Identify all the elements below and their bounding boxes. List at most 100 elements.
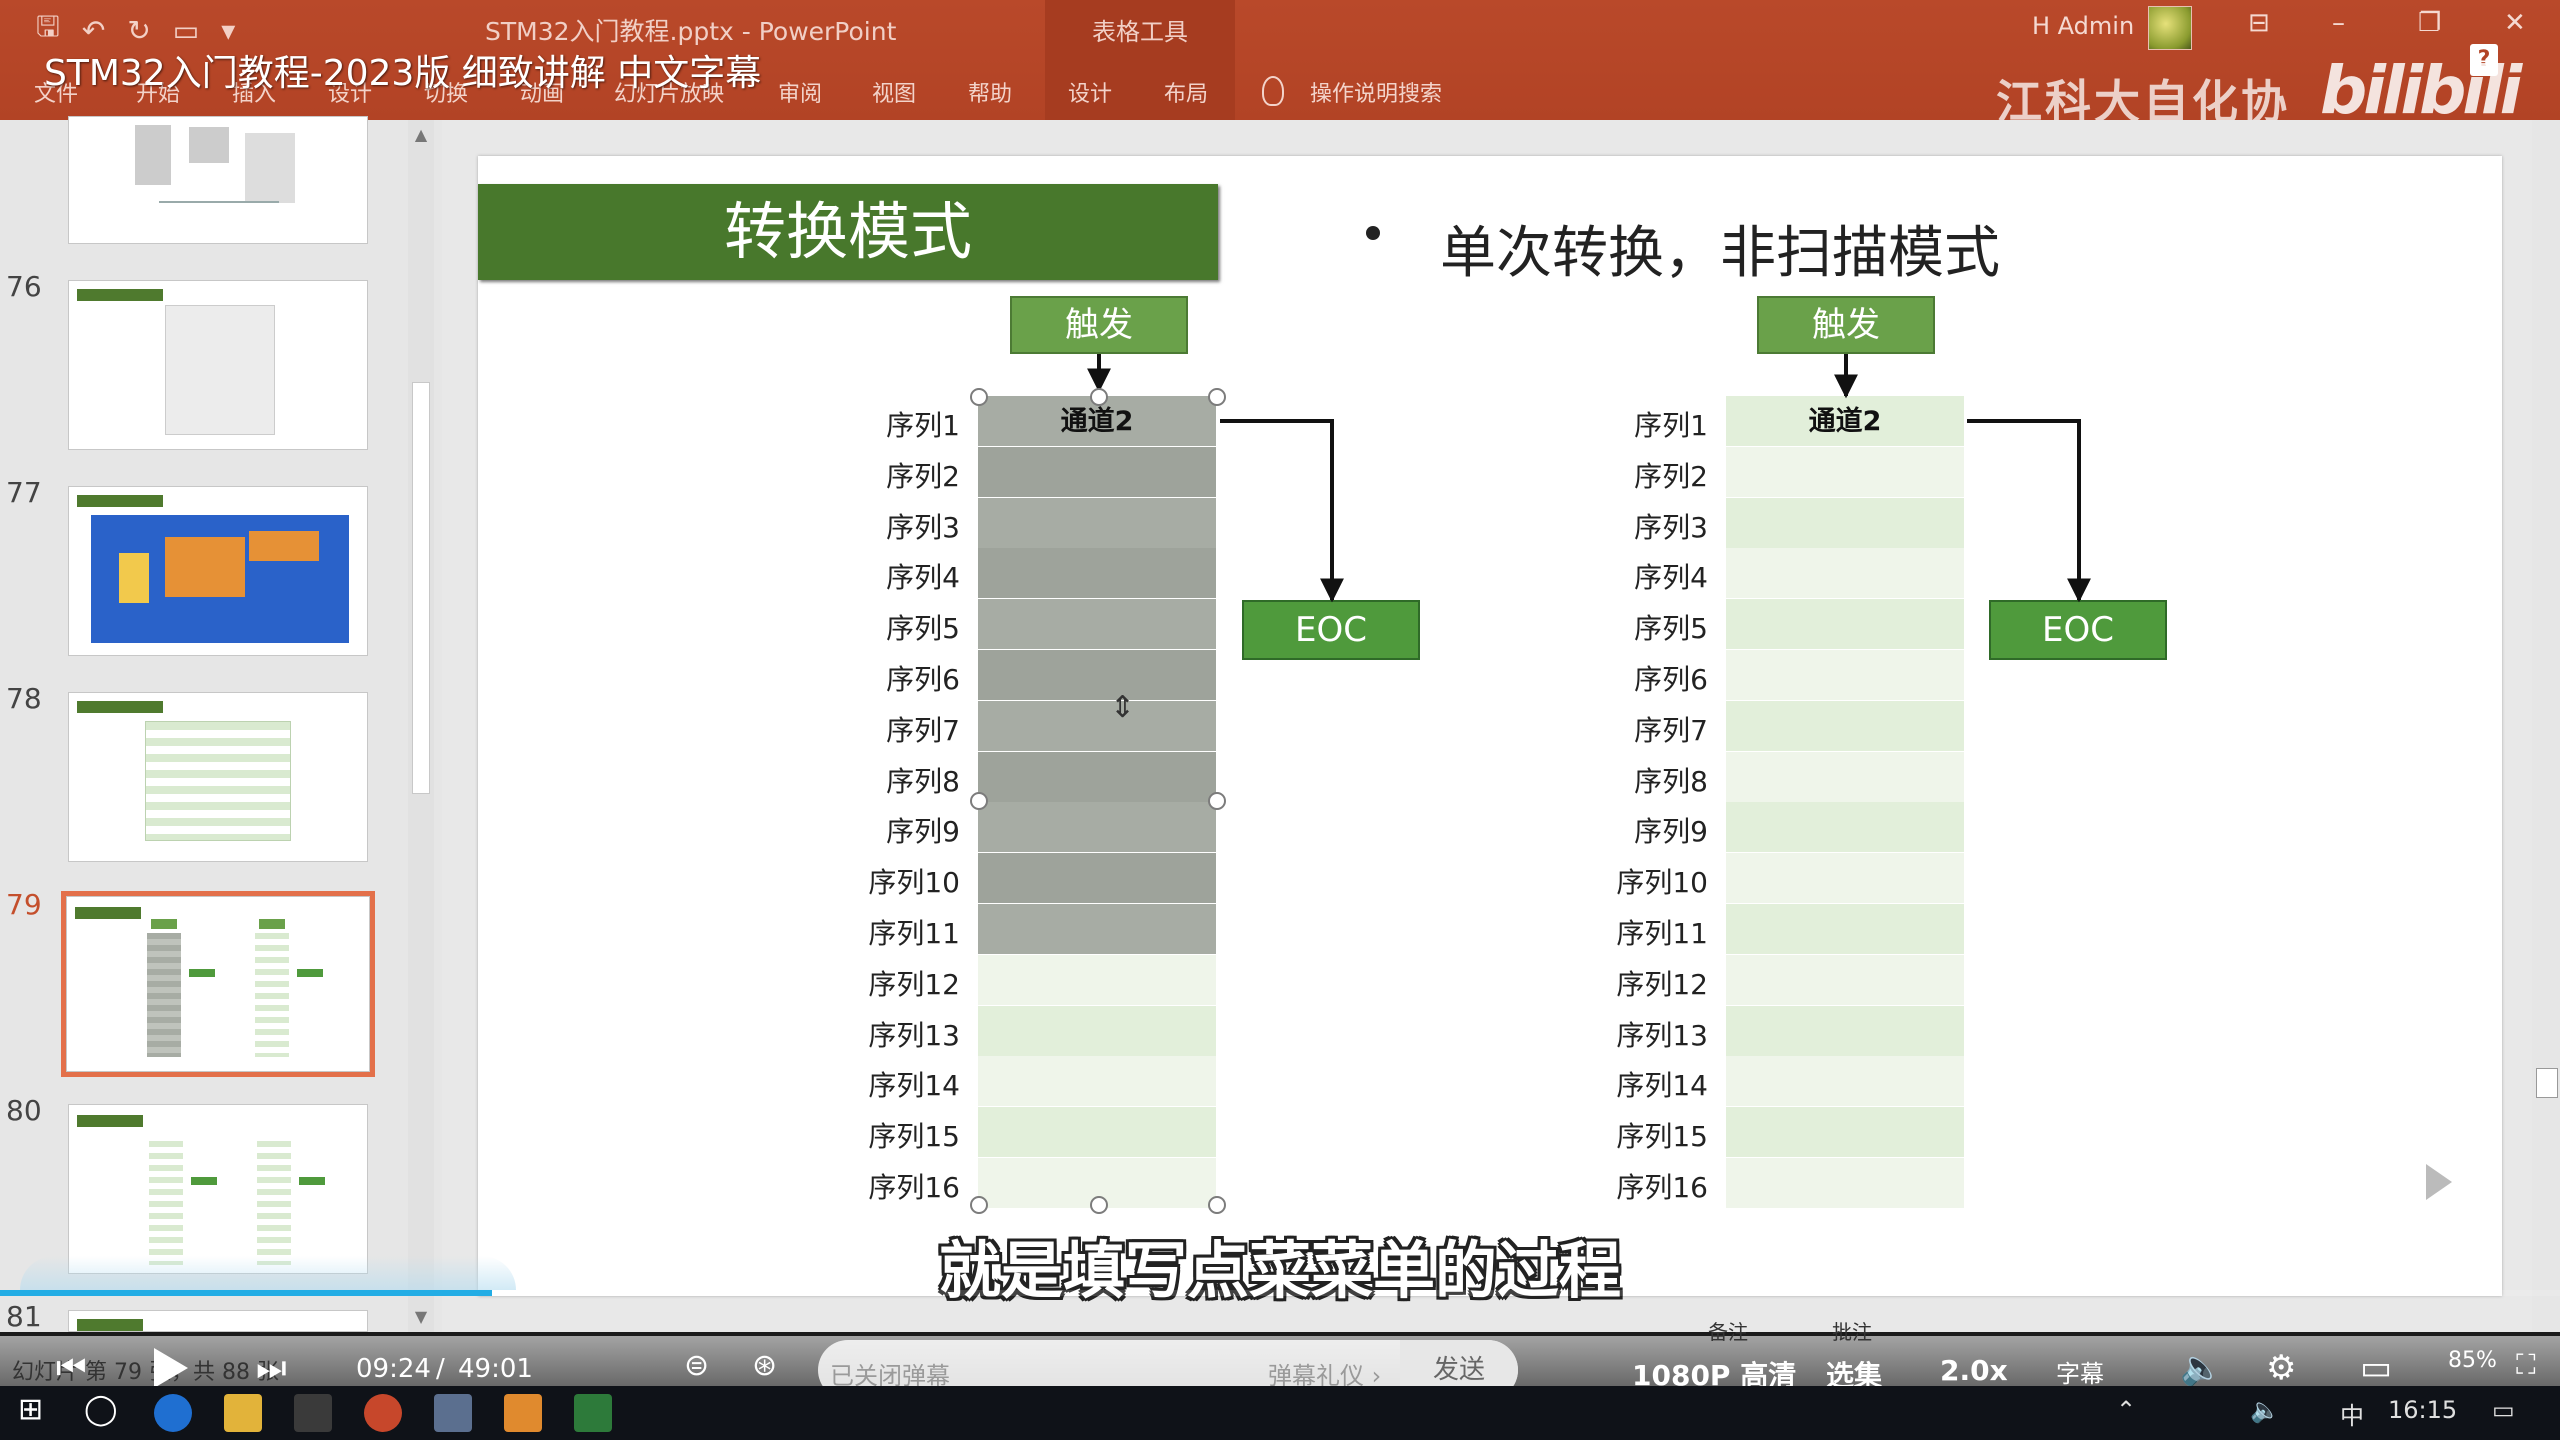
avatar[interactable] [2148,6,2192,50]
sequence-label-right[interactable]: 序列1 [1558,404,1708,444]
volume-tray-icon[interactable]: 🔈 [2250,1396,2280,1424]
ime-indicator[interactable]: 中 [2340,1396,2364,1431]
sequence-label-right[interactable]: 序列6 [1558,658,1708,698]
selection-handle[interactable] [1208,792,1226,810]
comments-button[interactable]: 批注 [1832,1316,1872,1345]
slide-title-box[interactable]: 转换模式 [478,184,1218,280]
powerpoint-icon[interactable] [364,1394,402,1432]
table-cell-right[interactable] [1726,497,1964,549]
table-cell-right[interactable] [1726,446,1964,498]
speed-button[interactable]: 2.0x [1940,1354,2008,1387]
previous-icon[interactable]: ⏮ [56,1348,87,1388]
selection-handle[interactable] [970,792,988,810]
slide-thumbnail-active[interactable] [61,891,375,1077]
notes-button[interactable]: 备注 [1708,1316,1748,1345]
sequence-label-left[interactable]: 序列9 [810,810,960,850]
eoc-box-right[interactable]: EOC [1989,600,2167,660]
sequence-label-right[interactable]: 序列3 [1558,506,1708,546]
sequence-label-left[interactable]: 序列3 [810,506,960,546]
table-cell-left[interactable] [978,700,1216,752]
trigger-box-left[interactable]: 触发 [1010,296,1188,354]
sequence-label-right[interactable]: 序列2 [1558,455,1708,495]
trigger-box-right[interactable]: 触发 [1757,296,1935,354]
tab-view[interactable]: 视图 [872,76,916,108]
start-icon[interactable]: ⊞ [18,1392,43,1427]
sequence-label-left[interactable]: 序列1 [810,404,960,444]
slide-thumbnail[interactable] [68,116,368,244]
zoom-level[interactable]: 85% [2448,1348,2497,1373]
sequence-label-left[interactable]: 序列12 [810,963,960,1003]
selection-handle[interactable] [1208,1196,1226,1214]
selection-handle[interactable] [970,388,988,406]
slide-scrollbar[interactable] [2532,120,2560,1332]
tell-me-search[interactable]: 操作说明搜索 [1310,76,1442,108]
table-cell-right[interactable] [1726,904,1964,955]
table-cell-left[interactable] [978,1056,1216,1108]
selection-handle[interactable] [1208,388,1226,406]
restore-button[interactable]: ❐ [2418,8,2441,38]
slide-bullet[interactable]: 单次转换，非扫描模式 [1440,208,2000,289]
fullscreen-icon[interactable]: ⛶ [2516,1348,2536,1382]
pip-icon[interactable]: ▭ [2360,1348,2392,1388]
tab-table-design[interactable]: 设计 [1068,76,1112,108]
keil-icon[interactable] [574,1394,612,1432]
redo-icon[interactable]: ↻ [127,14,150,47]
present-icon[interactable]: ▭ [173,14,199,47]
file-explorer-icon[interactable] [224,1394,262,1432]
table-cell-right[interactable] [1726,548,1964,600]
undo-icon[interactable]: ↶ [82,14,105,47]
sequence-label-left[interactable]: 序列5 [810,607,960,647]
edge-icon[interactable] [154,1394,192,1432]
sequence-label-right[interactable]: 序列9 [1558,810,1708,850]
ribbon-display-options-icon[interactable]: ⊟ [2248,8,2270,38]
sequence-label-left[interactable]: 序列7 [810,709,960,749]
customize-qat-icon[interactable]: ▾ [221,14,235,47]
slide-canvas[interactable] [478,156,2502,1296]
table-cell-right[interactable] [1726,1158,1964,1209]
sequence-label-right[interactable]: 序列10 [1558,861,1708,901]
eoc-box-left[interactable]: EOC [1242,600,1420,660]
sequence-label-left[interactable]: 序列15 [810,1115,960,1155]
table-cell-right[interactable] [1726,853,1964,905]
table-cell-right[interactable] [1726,802,1964,854]
user-name[interactable]: H Admin [2032,12,2134,40]
danmaku-toggle-icon[interactable]: ⊜ [684,1348,709,1383]
sequence-label-left[interactable]: 序列11 [810,912,960,952]
table-cell-right[interactable] [1726,1107,1964,1159]
volume-icon[interactable]: 🔈 [2180,1348,2222,1388]
subtitle-button[interactable]: 字幕 [2056,1354,2104,1389]
table-cell-left[interactable] [978,599,1216,651]
camera-icon[interactable] [294,1394,332,1432]
table-cell-right[interactable] [1726,954,1964,1006]
settings-icon[interactable]: ⚙ [2266,1348,2296,1388]
table-cell-left[interactable] [978,954,1216,1006]
sequence-label-left[interactable]: 序列6 [810,658,960,698]
table-cell-left[interactable] [978,1005,1216,1057]
thumbnail-scroll-thumb[interactable] [412,382,430,794]
slide-thumbnail[interactable] [68,280,368,450]
sequence-label-right[interactable]: 序列14 [1558,1064,1708,1104]
selection-handle[interactable] [970,1196,988,1214]
sequence-label-right[interactable]: 序列5 [1558,607,1708,647]
play-icon[interactable] [154,1348,188,1388]
danmaku-settings-icon[interactable]: ⊛ [752,1348,777,1383]
table-cell-left[interactable] [978,446,1216,498]
clock[interactable]: 16:15 [2388,1396,2457,1424]
table-cell-left[interactable] [978,497,1216,549]
selection-handle[interactable] [1090,1196,1108,1214]
sequence-label-right[interactable]: 序列16 [1558,1166,1708,1206]
video-progress-bar[interactable] [0,1290,2560,1296]
selection-handle[interactable] [1090,388,1108,406]
tab-help[interactable]: 帮助 [968,76,1012,108]
slide-thumbnail[interactable] [68,486,368,656]
scroll-down-icon[interactable]: ▼ [412,1308,430,1326]
scroll-up-icon[interactable]: ▲ [412,126,430,144]
tray-chevron-icon[interactable]: ⌃ [2116,1396,2136,1424]
table-cell-left[interactable] [978,548,1216,600]
sequence-label-right[interactable]: 序列7 [1558,709,1708,749]
table-cell-left[interactable] [978,904,1216,955]
table-cell-right[interactable] [1726,700,1964,752]
notification-icon[interactable]: ▭ [2492,1396,2515,1424]
close-button[interactable]: ✕ [2504,8,2526,38]
table-cell-right[interactable] [1726,599,1964,651]
